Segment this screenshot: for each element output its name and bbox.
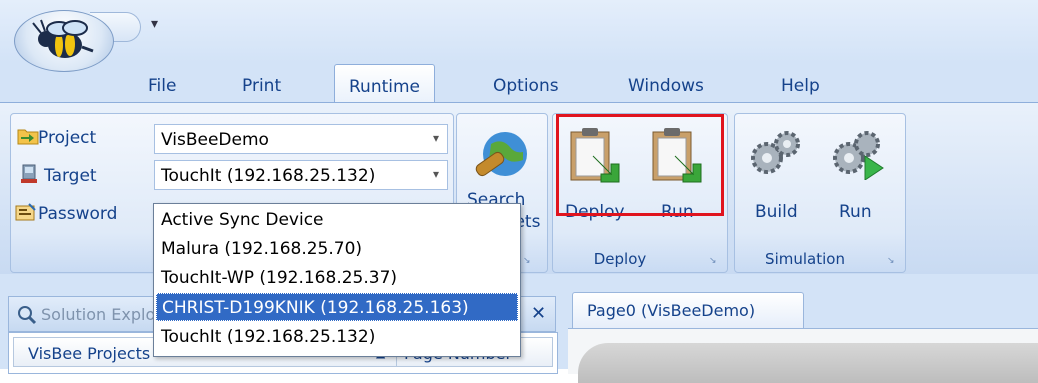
quick-access-dropdown-icon[interactable]: ▾ (151, 16, 158, 32)
target-device-icon (21, 164, 37, 183)
target-value: TouchIt (192.168.25.132) (161, 166, 376, 186)
device-frame-preview (578, 343, 1038, 383)
dropdown-option-selected[interactable]: CHRIST-D199KNIK (192.168.25.163) (156, 293, 518, 321)
target-combobox[interactable]: TouchIt (192.168.25.132) ▾ (154, 160, 448, 190)
dropdown-option[interactable]: Malura (192.168.25.70) (156, 235, 518, 263)
group-launcher-icon[interactable]: ↘ (887, 256, 897, 266)
tab-windows[interactable]: Windows (628, 76, 704, 96)
ribbon-tab-bar: File Print Runtime Options Windows Help (0, 62, 1038, 104)
build-gears-icon[interactable] (747, 128, 803, 180)
group-launcher-icon[interactable]: ↘ (523, 256, 533, 266)
chevron-down-icon[interactable]: ▾ (433, 167, 439, 181)
project-label: Project (38, 128, 97, 148)
build-button[interactable]: Build (755, 202, 798, 222)
password-label: Password (38, 204, 118, 224)
dropdown-option[interactable]: TouchIt-WP (192.168.25.37) (156, 264, 518, 292)
tab-runtime[interactable]: Runtime (334, 64, 436, 104)
document-tab-page0[interactable]: Page0 (VisBeeDemo) (572, 292, 804, 328)
tab-print[interactable]: Print (242, 76, 281, 96)
chevron-down-icon[interactable]: ▾ (433, 131, 439, 145)
tab-options[interactable]: Options (493, 76, 559, 96)
password-icon (15, 203, 36, 221)
close-icon[interactable]: ✕ (531, 303, 546, 324)
dropdown-option[interactable]: TouchIt (192.168.25.132) (156, 323, 518, 351)
magnifier-icon (18, 306, 37, 325)
tab-file[interactable]: File (148, 76, 176, 96)
project-folder-icon (17, 129, 39, 145)
tab-help[interactable]: Help (781, 76, 820, 96)
highlight-box (556, 114, 724, 216)
column-visbee-projects[interactable]: VisBee Projects (28, 344, 150, 363)
title-bar: ▾ (0, 0, 1038, 62)
target-label: Target (44, 166, 97, 186)
simulation-run-button[interactable]: Run (839, 202, 872, 222)
dropdown-option[interactable]: Active Sync Device (156, 206, 518, 234)
simulation-run-icon[interactable] (829, 128, 885, 180)
search-targets-button-icon[interactable] (471, 124, 533, 186)
group-launcher-icon[interactable]: ↘ (709, 256, 719, 266)
deploy-group-label: Deploy (593, 250, 647, 268)
document-canvas (568, 328, 1038, 383)
project-value: VisBeeDemo (161, 130, 269, 150)
app-menu-button[interactable] (14, 10, 114, 72)
simulation-group-label: Simulation (765, 250, 845, 268)
target-dropdown-list: Active Sync Device Malura (192.168.25.70… (153, 203, 521, 357)
project-combobox[interactable]: VisBeeDemo ▾ (154, 124, 448, 154)
simulation-group: Build Run Simulation ↘ (734, 113, 906, 273)
bee-logo-icon (32, 19, 94, 58)
